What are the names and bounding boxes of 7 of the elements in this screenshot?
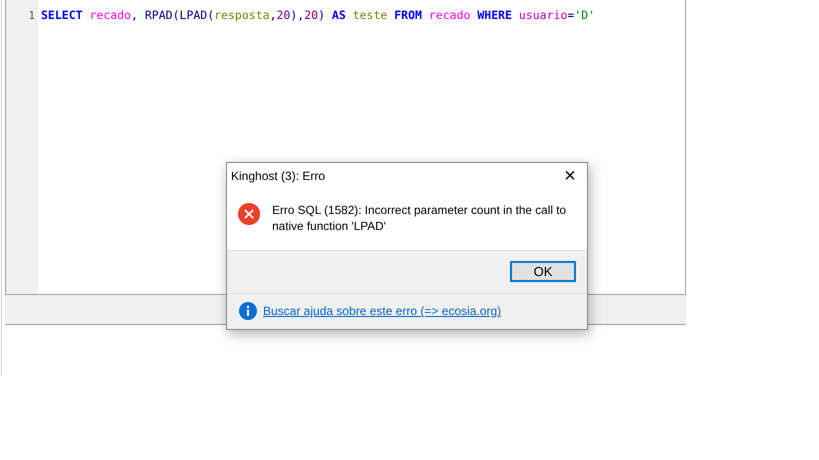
info-icon — [239, 302, 257, 320]
ok-button[interactable]: OK — [510, 261, 576, 282]
code-line: SELECT recado, RPAD(LPAD(resposta,20),20) AS teste FROM recado WHERE usuario='D' — [41, 8, 596, 22]
dialog-title: Kinghost (3): Erro — [231, 169, 326, 183]
error-message: Erro SQL (1582): Incorrect parameter count in the call to native function 'LPAD' — [272, 202, 568, 234]
close-button[interactable]: × — [553, 163, 587, 189]
line-number: 1 — [28, 9, 35, 22]
